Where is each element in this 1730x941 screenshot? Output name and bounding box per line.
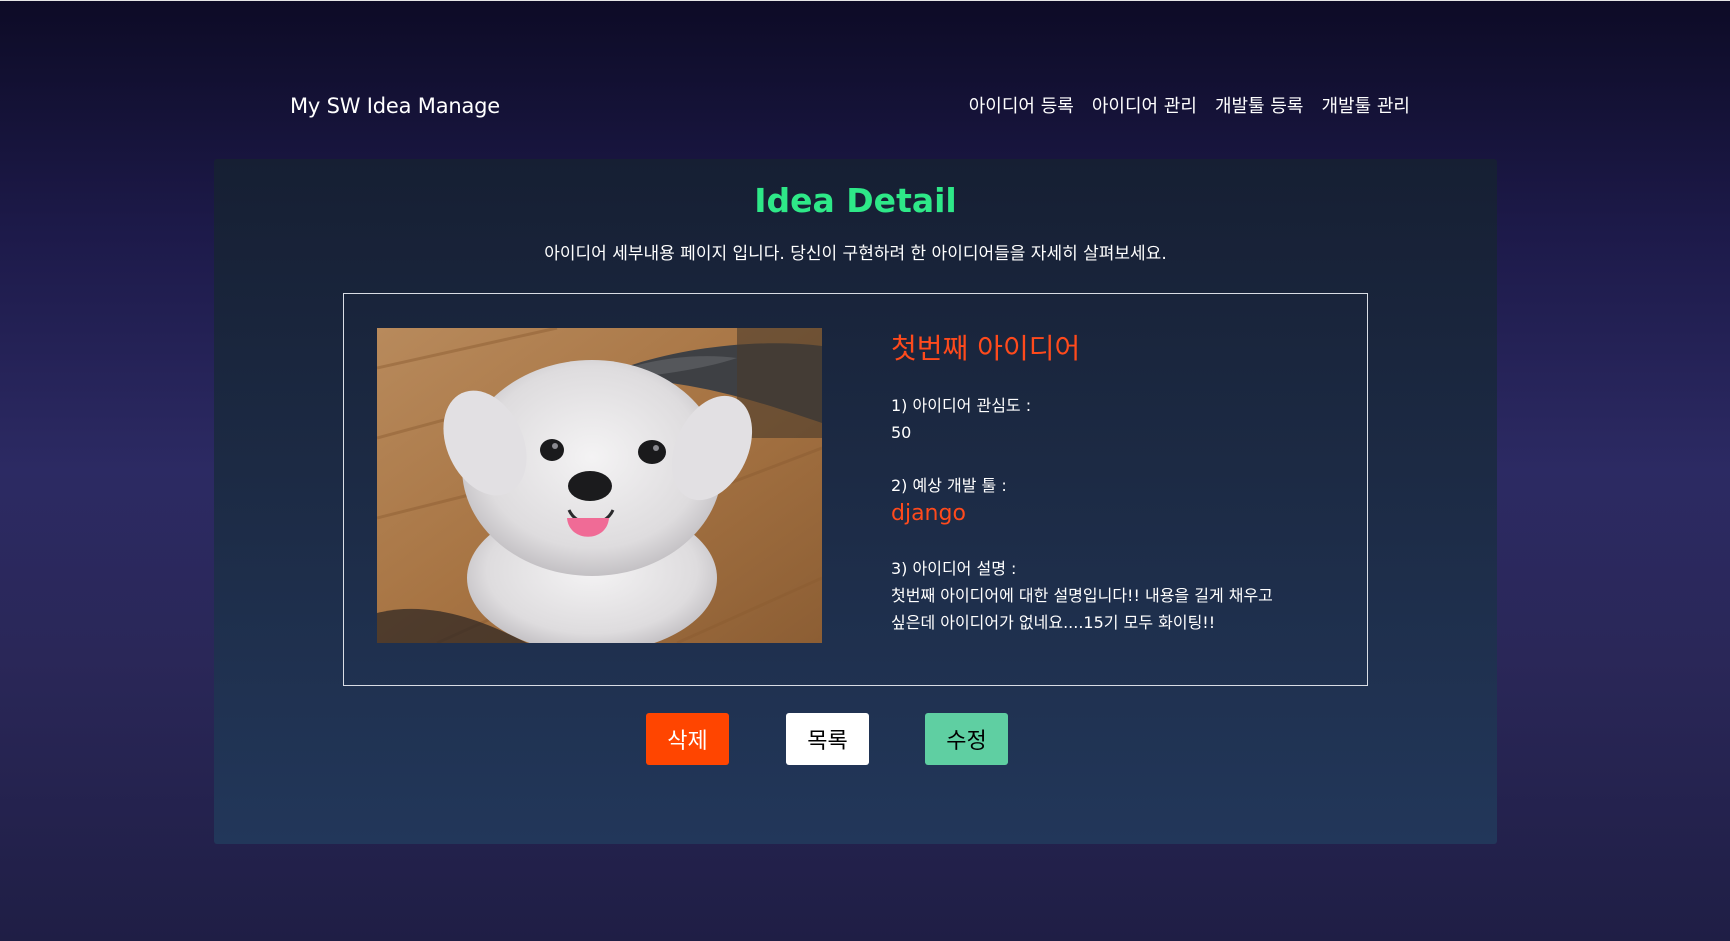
brand-logo[interactable]: My SW Idea Manage xyxy=(290,94,500,118)
interest-block: 1) 아이디어 관심도 : 50 xyxy=(891,392,1341,446)
list-button[interactable]: 목록 xyxy=(786,713,869,765)
nav-link-idea-register[interactable]: 아이디어 등록 xyxy=(969,92,1074,118)
page-subtitle: 아이디어 세부내용 페이지 입니다. 당신이 구현하려 한 아이디어들을 자세히… xyxy=(544,244,1167,264)
description-block: 3) 아이디어 설명 : 첫번째 아이디어에 대한 설명입니다!! 내용을 길게… xyxy=(891,555,1341,636)
nav-link-tool-register[interactable]: 개발툴 등록 xyxy=(1215,92,1304,118)
idea-title: 첫번째 아이디어 xyxy=(891,332,1081,365)
edit-button[interactable]: 수정 xyxy=(925,713,1008,765)
dog-photo-illustration xyxy=(377,328,822,643)
nav-link-tool-manage[interactable]: 개발툴 관리 xyxy=(1321,92,1410,118)
interest-label: 1) 아이디어 관심도 : xyxy=(891,396,1032,415)
description-line-2: 싶은데 아이디어가 없네요....15기 모두 화이팅!! xyxy=(891,613,1216,632)
tool-label: 2) 예상 개발 툴 : xyxy=(891,476,1007,495)
delete-button[interactable]: 삭제 xyxy=(646,713,729,765)
page-title: Idea Detail xyxy=(754,181,957,220)
idea-info: 첫번째 아이디어 1) 아이디어 관심도 : 50 2) 예상 개발 툴 : d… xyxy=(891,330,1341,662)
description-label: 3) 아이디어 설명 : xyxy=(891,559,1017,578)
nav-link-idea-manage[interactable]: 아이디어 관리 xyxy=(1092,92,1197,118)
navbar: My SW Idea Manage 아이디어 등록 아이디어 관리 개발툴 등록… xyxy=(0,0,1730,160)
description-line-1: 첫번째 아이디어에 대한 설명입니다!! 내용을 길게 채우고 xyxy=(891,586,1273,605)
idea-image xyxy=(377,328,822,643)
nav-links: 아이디어 등록 아이디어 관리 개발툴 등록 개발툴 관리 xyxy=(969,92,1410,118)
content-panel: Idea Detail 아이디어 세부내용 페이지 입니다. 당신이 구현하려 … xyxy=(214,159,1497,844)
tool-value: django xyxy=(891,501,966,526)
idea-detail-card: 첫번째 아이디어 1) 아이디어 관심도 : 50 2) 예상 개발 툴 : d… xyxy=(343,293,1368,686)
interest-value: 50 xyxy=(891,423,912,442)
tool-block: 2) 예상 개발 툴 : django xyxy=(891,472,1341,529)
